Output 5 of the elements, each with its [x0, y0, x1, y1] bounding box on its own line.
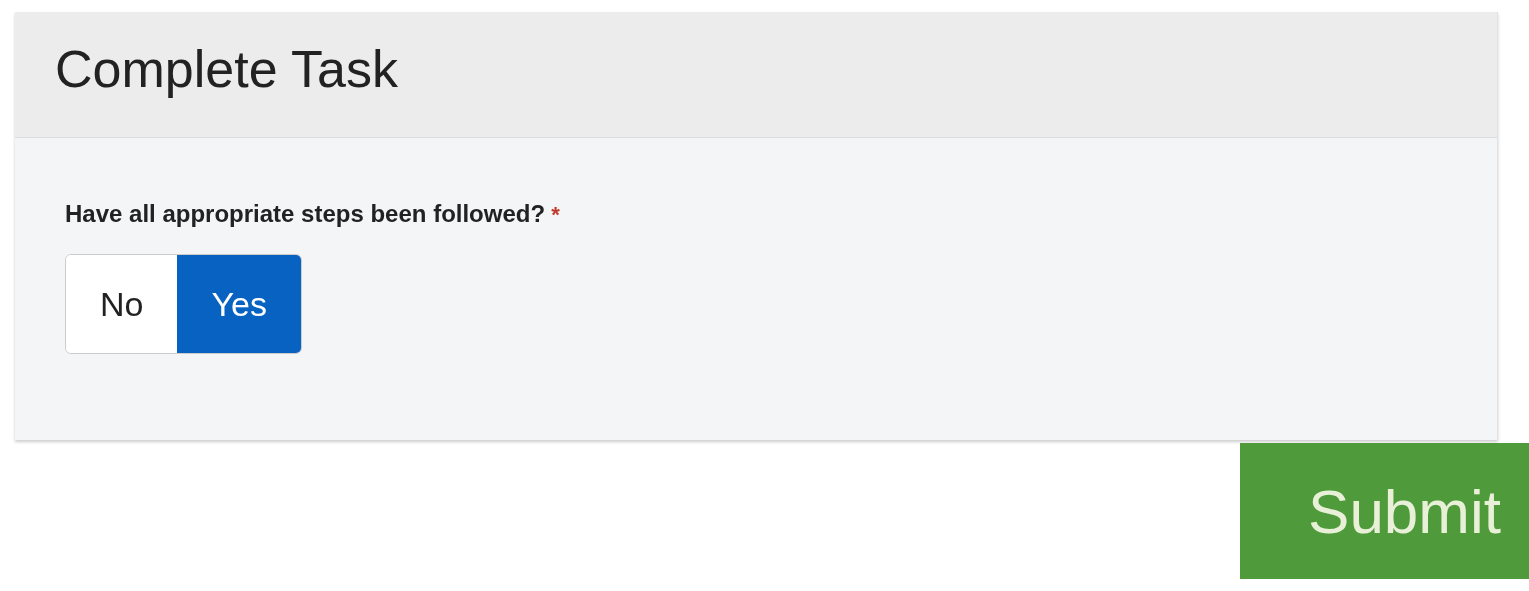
question-label: Have all appropriate steps been followed? — [65, 200, 546, 228]
required-mark: * — [551, 202, 560, 228]
toggle-option[interactable]: Yes — [177, 255, 301, 353]
panel-title: Complete Task — [55, 38, 398, 99]
toggle-option[interactable]: No — [66, 255, 178, 353]
